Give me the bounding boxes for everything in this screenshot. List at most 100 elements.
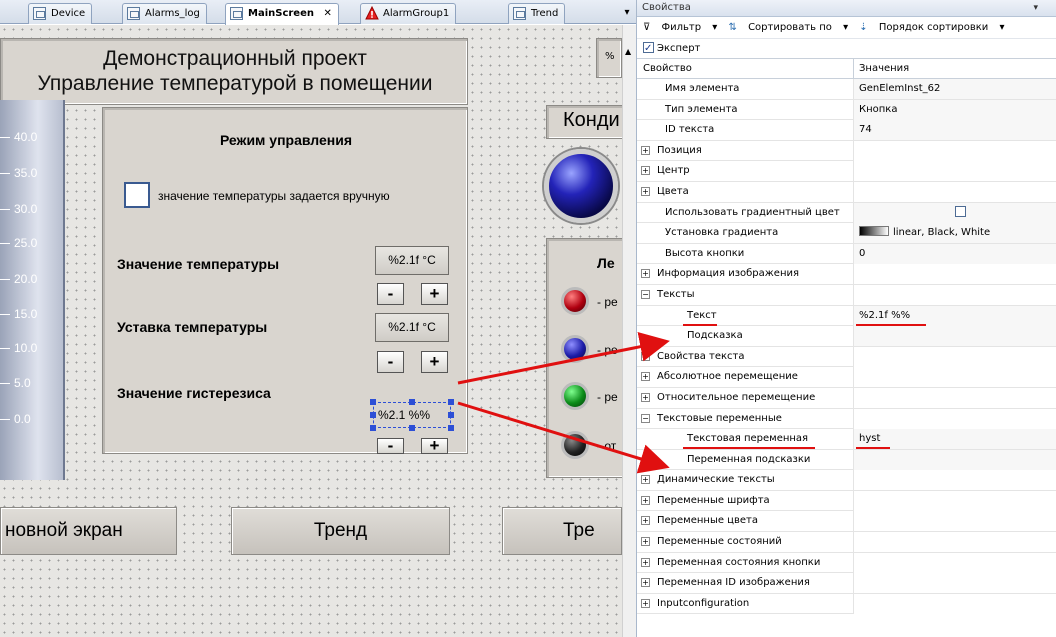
- property-value[interactable]: 74: [859, 120, 872, 140]
- expand-icon[interactable]: +: [641, 392, 650, 402]
- property-row[interactable]: + Свойства текста: [637, 346, 1056, 368]
- tab-list-dropdown-icon[interactable]: ▾: [620, 4, 634, 22]
- expert-row: Эксперт: [637, 39, 1056, 59]
- column-property[interactable]: Свойство: [643, 59, 692, 79]
- collapse-icon[interactable]: −: [641, 413, 650, 423]
- manual-temperature-checkbox[interactable]: [124, 182, 150, 208]
- property-row[interactable]: + Позиция: [637, 140, 1056, 162]
- property-row[interactable]: Текст %2.1f %%: [637, 305, 1056, 327]
- tab-alarms-log[interactable]: Alarms_log: [122, 3, 207, 24]
- selection-handle[interactable]: [409, 425, 415, 431]
- tab-mainscreen[interactable]: MainScreen ✕: [225, 3, 339, 25]
- property-row[interactable]: − Текстовые переменные: [637, 408, 1056, 430]
- expand-icon[interactable]: +: [641, 557, 650, 567]
- expand-icon[interactable]: +: [641, 475, 650, 485]
- property-row[interactable]: + Информация изображения: [637, 264, 1056, 285]
- visualization-canvas[interactable]: Демонстрационный проект Управление темпе…: [0, 25, 636, 637]
- selection-handle[interactable]: [370, 425, 376, 431]
- sort-order-label: Порядок сортировки: [878, 22, 989, 33]
- property-value[interactable]: [859, 203, 966, 223]
- tab-label: AlarmGroup1: [383, 8, 450, 19]
- conditioner-status-lamp[interactable]: [544, 149, 618, 223]
- trend2-button[interactable]: Тре: [502, 507, 622, 555]
- property-value[interactable]: hyst: [859, 429, 880, 449]
- property-row[interactable]: + Относительное перемещение: [637, 387, 1056, 409]
- property-row[interactable]: + Абсолютное перемещение: [637, 367, 1056, 388]
- tab-alarmgroup1[interactable]: AlarmGroup1: [360, 3, 457, 24]
- property-row[interactable]: Использовать градиентный цвет: [637, 202, 1056, 224]
- tab-label: MainScreen: [248, 8, 314, 19]
- close-icon[interactable]: ✕: [323, 8, 331, 19]
- expand-icon[interactable]: +: [641, 269, 650, 279]
- setpoint-minus-button[interactable]: -: [377, 351, 404, 373]
- editor-tab-bar: Device Alarms_log MainScreen ✕ AlarmGrou…: [0, 0, 636, 25]
- main-screen-button[interactable]: новной экран: [0, 507, 177, 555]
- selection-handle[interactable]: [370, 412, 376, 418]
- scroll-up-icon[interactable]: ▲: [625, 47, 631, 56]
- property-row[interactable]: + Переменная состояния кнопки: [637, 552, 1056, 574]
- property-row[interactable]: Имя элемента GenElemInst_62: [637, 79, 1056, 100]
- tab-trend[interactable]: Trend: [508, 3, 566, 24]
- property-value[interactable]: %2.1f %%: [859, 306, 910, 326]
- control-mode-title: Режим управления: [219, 132, 353, 148]
- column-values[interactable]: Значения: [859, 59, 909, 79]
- temperature-gauge[interactable]: 40.0 35.0 30.0 25.0 20.0 15.0 10.0 5.0 0…: [0, 100, 65, 480]
- property-row[interactable]: + Динамические тексты: [637, 470, 1056, 491]
- selection-handle[interactable]: [448, 412, 454, 418]
- hysteresis-plus-button[interactable]: +: [421, 437, 448, 454]
- expand-icon[interactable]: +: [641, 166, 650, 176]
- expand-icon[interactable]: +: [641, 495, 650, 505]
- temperature-value-display[interactable]: %2.1f °C: [375, 246, 449, 275]
- trend-button[interactable]: Тренд: [231, 507, 450, 555]
- expert-checkbox[interactable]: [643, 39, 654, 59]
- expand-icon[interactable]: +: [641, 578, 650, 588]
- expand-icon[interactable]: +: [641, 145, 650, 155]
- property-row[interactable]: + Цвета: [637, 181, 1056, 203]
- expand-icon[interactable]: +: [641, 537, 650, 547]
- property-row[interactable]: Подсказка: [637, 326, 1056, 347]
- selection-handle[interactable]: [409, 399, 415, 405]
- editor-scrollbar[interactable]: ▲: [622, 25, 636, 637]
- selection-handle[interactable]: [370, 399, 376, 405]
- property-row[interactable]: Текстовая переменная hyst: [637, 429, 1056, 450]
- temperature-plus-button[interactable]: +: [421, 283, 448, 305]
- property-value[interactable]: GenElemInst_62: [859, 79, 940, 99]
- expand-icon[interactable]: +: [641, 351, 650, 361]
- property-row[interactable]: + Переменная ID изображения: [637, 573, 1056, 594]
- property-name: Подсказка: [687, 330, 743, 342]
- property-row[interactable]: Тип элемента Кнопка: [637, 99, 1056, 121]
- sort-order-button[interactable]: ⇣ Порядок сортировки ▾: [859, 22, 1004, 33]
- expand-icon[interactable]: +: [641, 372, 650, 382]
- hysteresis-minus-button[interactable]: -: [377, 437, 404, 454]
- property-row[interactable]: ID текста 74: [637, 120, 1056, 141]
- property-row[interactable]: + Центр: [637, 161, 1056, 182]
- property-value[interactable]: linear, Black, White: [859, 223, 990, 243]
- property-value[interactable]: 0: [859, 244, 865, 264]
- property-row[interactable]: + Inputconfiguration: [637, 593, 1056, 615]
- properties-toolbar: ⊽ Фильтр ▾ ⇅ Сортировать по ▾ ⇣ Порядок …: [637, 17, 1056, 39]
- expand-icon[interactable]: +: [641, 186, 650, 196]
- property-row[interactable]: Переменная подсказки: [637, 449, 1056, 471]
- property-row[interactable]: + Переменные шрифта: [637, 490, 1056, 512]
- expand-icon[interactable]: +: [641, 598, 650, 608]
- setpoint-display[interactable]: %2.1f °C: [375, 313, 449, 342]
- property-row[interactable]: Установка градиента linear, Black, White: [637, 223, 1056, 244]
- property-row[interactable]: Высота кнопки 0: [637, 243, 1056, 265]
- tab-device[interactable]: Device: [28, 3, 93, 24]
- sort-by-button[interactable]: ⇅ Сортировать по ▾: [728, 22, 848, 33]
- filter-button[interactable]: ⊽ Фильтр ▾: [643, 22, 717, 33]
- property-name: Переменная ID изображения: [657, 577, 810, 589]
- panel-menu-icon[interactable]: ▾: [1033, 0, 1038, 16]
- gradient-checkbox[interactable]: [955, 205, 966, 217]
- property-value[interactable]: Кнопка: [859, 100, 897, 120]
- expand-icon[interactable]: +: [641, 516, 650, 526]
- property-row[interactable]: − Тексты: [637, 284, 1056, 306]
- selection-handle[interactable]: [448, 399, 454, 405]
- property-row[interactable]: + Переменные состояний: [637, 532, 1056, 553]
- collapse-icon[interactable]: −: [641, 289, 650, 299]
- setpoint-plus-button[interactable]: +: [421, 351, 448, 373]
- percent-element[interactable]: %: [596, 38, 622, 78]
- property-row[interactable]: + Переменные цвета: [637, 511, 1056, 533]
- temperature-minus-button[interactable]: -: [377, 283, 404, 305]
- selection-handle[interactable]: [448, 425, 454, 431]
